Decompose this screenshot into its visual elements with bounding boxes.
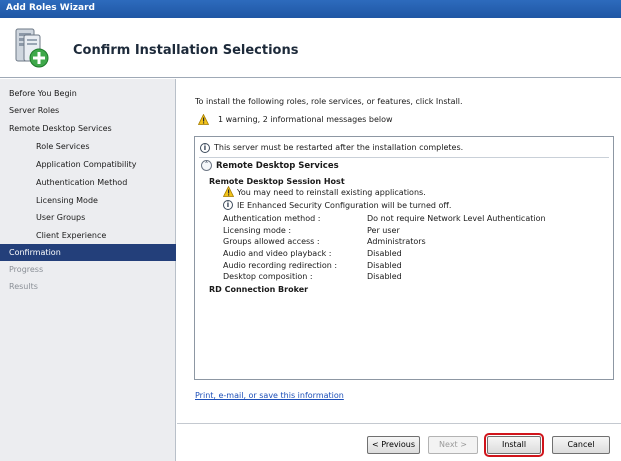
sidebar-item-remote-desktop-services[interactable]: Remote Desktop Services: [0, 120, 176, 137]
subsection-title-connection-broker: RD Connection Broker: [209, 285, 309, 294]
next-button: Next >: [428, 436, 478, 454]
info-message: IE Enhanced Security Configuration will …: [237, 201, 452, 210]
setting-name: Audio recording redirection :: [223, 261, 338, 270]
window-title: Add Roles Wizard: [6, 3, 95, 13]
setting-value: Do not require Network Level Authenticat…: [367, 214, 546, 223]
setting-name: Desktop composition :: [223, 272, 313, 281]
setting-name: Groups allowed access :: [223, 237, 320, 246]
setting-value: Disabled: [367, 261, 402, 270]
setting-value: Disabled: [367, 272, 402, 281]
sidebar-item-before-you-begin[interactable]: Before You Begin: [0, 85, 176, 102]
sidebar-item-results: Results: [9, 282, 38, 291]
sidebar-item-authentication-method[interactable]: Authentication Method: [0, 174, 176, 191]
sidebar-item-application-compatibility[interactable]: Application Compatibility: [0, 156, 176, 173]
sidebar-item-role-services[interactable]: Role Services: [0, 138, 176, 155]
intro-text: To install the following roles, role ser…: [195, 97, 463, 106]
footer-divider: [177, 423, 621, 424]
warning-message: You may need to reinstall existing appli…: [237, 188, 426, 197]
setting-name: Authentication method :: [223, 214, 321, 223]
setting-value: Administrators: [367, 237, 426, 246]
sidebar-item-progress: Progress: [9, 265, 44, 274]
setting-name: Audio and video playback :: [223, 249, 332, 258]
sidebar-item-client-experience[interactable]: Client Experience: [0, 227, 176, 244]
separator: [199, 157, 609, 158]
warning-icon: [223, 186, 234, 197]
print-save-link[interactable]: Print, e-mail, or save this information: [195, 391, 344, 400]
cancel-button[interactable]: Cancel: [552, 436, 610, 454]
warning-summary: 1 warning, 2 informational messages belo…: [218, 115, 393, 124]
subsection-title-session-host: Remote Desktop Session Host: [209, 177, 345, 186]
sidebar-item-confirmation[interactable]: Confirmation: [0, 244, 176, 261]
restart-notice: This server must be restarted after the …: [214, 143, 464, 152]
window-titlebar: Add Roles Wizard: [0, 0, 621, 18]
warning-icon: [198, 114, 209, 125]
info-icon: i: [200, 143, 210, 153]
install-button[interactable]: Install: [484, 433, 544, 457]
setting-value: Per user: [367, 226, 400, 235]
setting-name: Licensing mode :: [223, 226, 292, 235]
sidebar-item-licensing-mode[interactable]: Licensing Mode: [0, 192, 176, 209]
server-role-icon: [15, 28, 49, 68]
wizard-header: Confirm Installation Selections: [0, 18, 621, 78]
sidebar-item-user-groups[interactable]: User Groups: [0, 209, 176, 226]
previous-button[interactable]: < Previous: [367, 436, 420, 454]
sidebar-item-server-roles[interactable]: Server Roles: [0, 102, 176, 119]
setting-value: Disabled: [367, 249, 402, 258]
section-title-remote-desktop-services: Remote Desktop Services: [216, 161, 339, 171]
wizard-steps-sidebar: Before You Begin Server Roles Remote Des…: [0, 79, 176, 461]
info-icon: i: [223, 200, 233, 210]
confirmation-details-box[interactable]: i This server must be restarted after th…: [194, 136, 614, 380]
collapse-icon[interactable]: ˄: [201, 160, 212, 171]
page-title: Confirm Installation Selections: [73, 43, 299, 58]
